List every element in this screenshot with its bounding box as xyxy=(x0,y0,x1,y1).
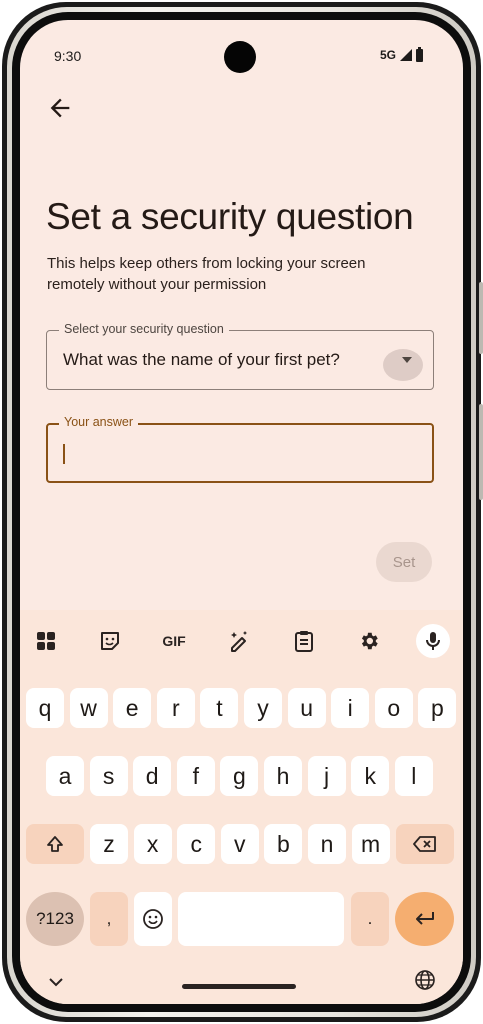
key-d[interactable]: d xyxy=(133,756,172,796)
key-b[interactable]: b xyxy=(264,824,303,864)
key-w[interactable]: w xyxy=(69,688,108,728)
set-button[interactable]: Set xyxy=(376,542,432,582)
key-e[interactable]: e xyxy=(113,688,152,728)
signal-icon xyxy=(400,49,412,61)
key-p[interactable]: p xyxy=(418,688,457,728)
keyboard-toolbar: GIF xyxy=(20,624,463,658)
page-description: This helps keep others from locking your… xyxy=(47,255,366,293)
hide-keyboard-chevron-icon[interactable] xyxy=(48,975,64,993)
key-x[interactable]: x xyxy=(133,824,172,864)
key-m[interactable]: m xyxy=(351,824,390,864)
period-key[interactable]: . xyxy=(351,892,389,946)
key-z[interactable]: z xyxy=(90,824,128,864)
status-bar: 9:30 5G xyxy=(20,20,463,73)
key-g[interactable]: g xyxy=(220,756,259,796)
apps-icon[interactable] xyxy=(29,624,63,658)
mic-icon[interactable] xyxy=(416,624,450,658)
screen: 9:30 5G Set a security question This hel… xyxy=(20,20,463,1004)
page-title: Set a security question xyxy=(46,196,414,237)
front-camera xyxy=(224,41,256,73)
key-k[interactable]: k xyxy=(351,756,390,796)
battery-icon xyxy=(416,46,423,62)
backspace-key[interactable] xyxy=(396,824,454,864)
status-time: 9:30 xyxy=(54,48,82,64)
key-f[interactable]: f xyxy=(176,756,215,796)
key-s[interactable]: s xyxy=(89,756,128,796)
network-type: 5G xyxy=(379,48,396,62)
dropdown-arrow-icon[interactable] xyxy=(402,357,412,363)
status-icons: 5G xyxy=(379,46,423,62)
volume-button xyxy=(479,404,483,500)
key-t[interactable]: t xyxy=(200,688,239,728)
key-a[interactable]: a xyxy=(46,756,84,796)
clipboard-icon[interactable] xyxy=(287,624,321,658)
home-indicator[interactable] xyxy=(182,984,296,989)
key-n[interactable]: n xyxy=(308,824,346,864)
enter-key[interactable] xyxy=(395,892,454,946)
key-v[interactable]: v xyxy=(220,824,259,864)
key-j[interactable]: j xyxy=(307,756,346,796)
key-h[interactable]: h xyxy=(264,756,302,796)
security-question-label: Select your security question xyxy=(59,322,229,336)
space-key[interactable] xyxy=(178,892,344,946)
key-o[interactable]: o xyxy=(374,688,413,728)
security-question-select[interactable]: Select your security question What was t… xyxy=(46,322,434,390)
keyboard: GIF qwertyuiop asdfghjkl zxcvbnm ?123 , xyxy=(20,610,463,1004)
shift-key[interactable] xyxy=(26,824,84,864)
magic-pen-icon[interactable] xyxy=(222,624,256,658)
key-y[interactable]: y xyxy=(244,688,282,728)
key-c[interactable]: c xyxy=(177,824,216,864)
key-q[interactable]: q xyxy=(26,688,64,728)
key-u[interactable]: u xyxy=(287,688,326,728)
security-question-value: What was the name of your first pet? xyxy=(63,350,340,369)
symbols-key[interactable]: ?123 xyxy=(26,892,84,946)
answer-input[interactable]: Your answer xyxy=(46,415,434,483)
key-r[interactable]: r xyxy=(156,688,195,728)
gif-button[interactable]: GIF xyxy=(157,624,191,658)
sticker-icon[interactable] xyxy=(93,624,127,658)
emoji-key[interactable] xyxy=(134,892,172,946)
gear-icon[interactable] xyxy=(352,624,386,658)
dropdown-ripple xyxy=(383,349,423,381)
globe-icon[interactable] xyxy=(414,969,436,996)
comma-key[interactable]: , xyxy=(90,892,128,946)
answer-label: Your answer xyxy=(59,415,139,429)
key-l[interactable]: l xyxy=(394,756,433,796)
back-arrow-icon[interactable] xyxy=(46,94,74,122)
text-cursor xyxy=(63,444,65,464)
power-button xyxy=(479,282,483,354)
key-i[interactable]: i xyxy=(331,688,370,728)
